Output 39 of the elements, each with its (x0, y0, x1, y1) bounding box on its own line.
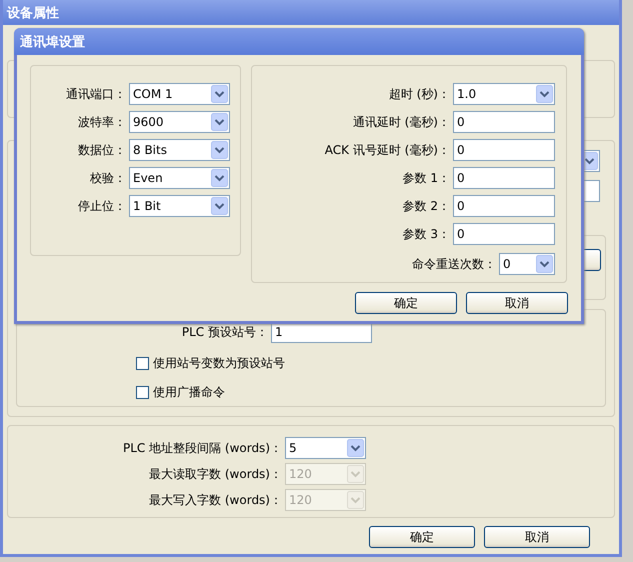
field-label: 参数 3： (402, 226, 451, 242)
text-field[interactable]: 0 (453, 223, 555, 245)
dropdown[interactable]: 9600 (129, 111, 230, 133)
dropdown[interactable]: 1.0 (453, 83, 555, 105)
field-label: 校验： (89, 170, 127, 186)
checkbox-label: 使用站号变数为预设站号 (153, 355, 285, 372)
field-label: 数据位： (77, 142, 127, 158)
field-label: 命令重送次数： (412, 256, 497, 272)
field-label: 通讯延时 (毫秒)： (352, 114, 451, 130)
field-label: 参数 2： (402, 198, 451, 214)
field-label: 波特率： (77, 114, 127, 130)
field-label: PLC 地址整段间隔 (words)： (122, 440, 283, 456)
field-label: 最大写入字数 (words)： (148, 492, 283, 508)
field-label: 通讯端口： (65, 86, 127, 102)
text-field[interactable]: 0 (453, 139, 555, 161)
checkbox[interactable] (136, 386, 149, 399)
dropdown[interactable]: COM 1 (129, 83, 230, 105)
ok-button[interactable]: 确定 (369, 526, 475, 548)
field-label: 参数 1： (402, 170, 451, 186)
window-title: 设备属性 (7, 4, 59, 22)
ok-button[interactable]: 确定 (355, 292, 457, 314)
field-label: 最大读取字数 (words)： (148, 466, 283, 482)
dropdown[interactable]: 1 Bit (129, 195, 230, 217)
field-label: ACK 讯号延时 (毫秒)： (324, 142, 451, 158)
cancel-button[interactable]: 取消 (484, 526, 590, 548)
dropdown[interactable]: 0 (499, 253, 555, 275)
text-field[interactable]: 0 (453, 195, 555, 217)
window-title: 通讯埠设置 (20, 34, 85, 50)
cancel-button[interactable]: 取消 (466, 292, 568, 314)
text-field[interactable]: 0 (453, 167, 555, 189)
dropdown[interactable]: 8 Bits (129, 139, 230, 161)
checkbox[interactable] (136, 357, 149, 370)
field-label: 停止位： (77, 198, 127, 214)
text-field[interactable]: 0 (453, 111, 555, 133)
dropdown[interactable]: Even (129, 167, 230, 189)
field-label: PLC 预设站号： (180, 324, 269, 340)
field-label: 超时 (秒)： (388, 86, 451, 102)
dropdown[interactable]: 5 (285, 437, 366, 459)
checkbox-label: 使用广播命令 (153, 384, 225, 401)
